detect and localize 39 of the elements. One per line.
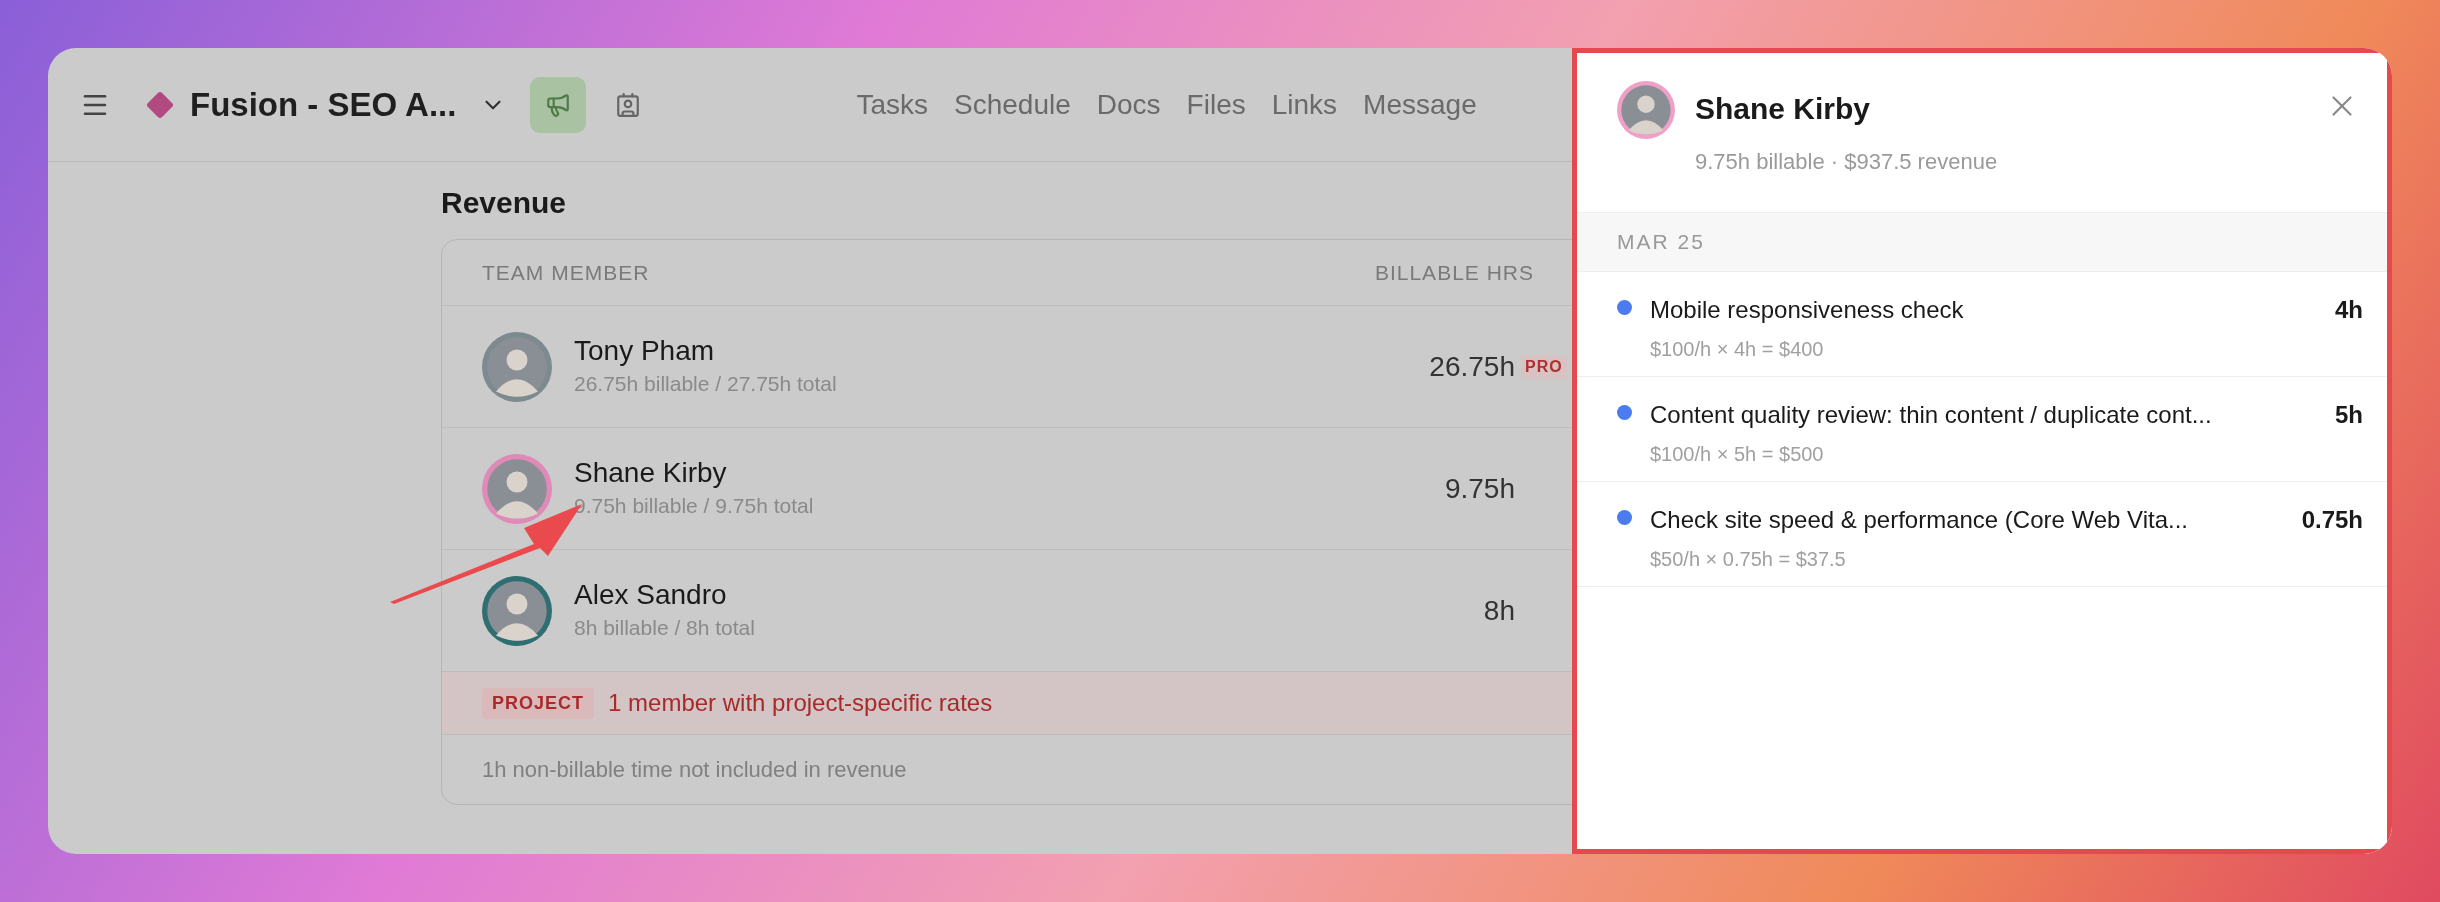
entry-calculation: $100/h × 4h = $400: [1650, 337, 1825, 362]
entry-calculation: $50/h × 0.75h = $37.5: [1650, 547, 1847, 572]
avatar: [482, 575, 552, 646]
avatar: [1617, 81, 1675, 139]
entry-hours: 4h: [2334, 295, 2363, 325]
date-heading: MAR 25: [1617, 229, 1705, 256]
column-header: TEAM MEMBER: [482, 259, 650, 286]
panel-summary: 9.75h billable · $937.5 revenue: [1695, 148, 1998, 176]
column-header: BILLABLE HRS: [1374, 259, 1534, 286]
toolbar-button[interactable]: [530, 76, 587, 133]
entry-hours: 0.75h: [2300, 505, 2363, 535]
member-name: Shane Kirby: [574, 455, 728, 490]
entry-title: Mobile responsiveness check: [1650, 295, 1964, 325]
member-detail: 26.75h billable / 27.75h total: [574, 370, 837, 397]
project-title[interactable]: Fusion - SEO A...: [190, 79, 457, 130]
megaphone-icon: [545, 91, 572, 118]
project-badge: PROJECT: [482, 687, 595, 719]
billable-hours: 8h: [1482, 593, 1515, 628]
entry-title: Content quality review: thin content / duplicate cont...: [1650, 400, 2212, 430]
rate-badge: PRO: [1521, 354, 1567, 379]
member-detail: 8h billable / 8h total: [574, 614, 755, 641]
member-name: Alex Sandro: [574, 577, 728, 612]
notice-text: 1 member with project-specific rates: [608, 688, 993, 718]
time-entry[interactable]: Content quality review: thin content / duplicate cont... $100/h × 5h = $500 5h: [1577, 377, 2387, 482]
time-entry[interactable]: Mobile responsiveness check $100/h × 4h = $400 4h: [1577, 272, 2387, 377]
footer-note: 1h non-billable time not included in revenue: [482, 756, 907, 784]
billable-hours: 9.75h: [1443, 471, 1515, 506]
avatar: [482, 453, 552, 524]
entry-calculation: $100/h × 5h = $500: [1650, 442, 1825, 467]
avatar: [482, 331, 552, 402]
entry-hours: 5h: [2334, 400, 2363, 430]
contact-card-icon: [615, 91, 642, 118]
member-detail: 9.75h billable / 9.75h total: [574, 492, 814, 519]
panel-name: Shane Kirby: [1695, 91, 1872, 127]
billable-hours: 26.75h: [1428, 349, 1515, 384]
time-entry[interactable]: Check site speed & performance (Core Web Vita... $50/h × 0.75h = $37.5 0.75h: [1577, 482, 2387, 587]
section-title: Revenue: [441, 185, 568, 221]
member-name: Tony Pham: [574, 333, 716, 368]
entry-title: Check site speed & performance (Core Web Vita...: [1650, 505, 2189, 535]
